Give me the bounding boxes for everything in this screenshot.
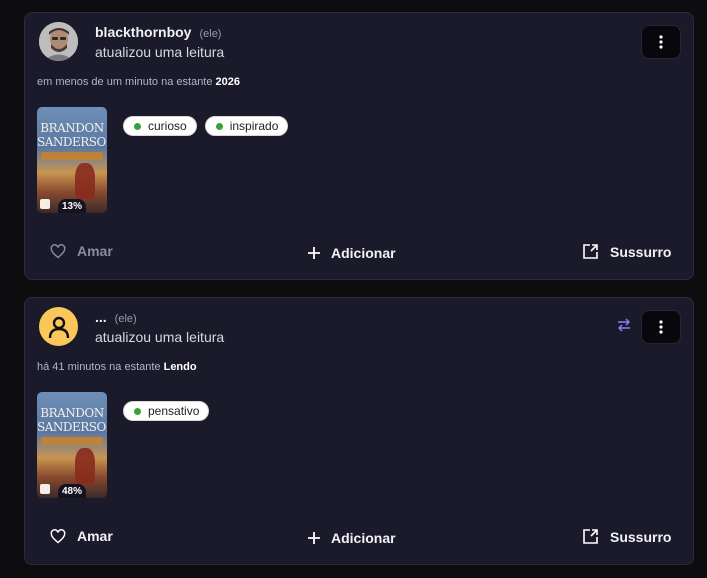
post-action: atualizou uma leitura (95, 44, 225, 60)
mood-label: inspirado (229, 119, 279, 133)
progress-badge: 48% (58, 484, 87, 498)
book-author-line1: BRANDON (40, 406, 104, 420)
mood-dot-icon (134, 407, 141, 415)
love-label: Amar (77, 528, 113, 544)
book-cover[interactable]: BRANDON SANDERSON 13% (37, 107, 107, 213)
book-figure-art (75, 448, 95, 484)
share-out-icon (583, 244, 598, 259)
plus-icon (308, 247, 320, 259)
heart-icon (50, 243, 66, 258)
avatar[interactable] (39, 22, 78, 61)
plus-icon (308, 532, 320, 544)
mood-label: curioso (148, 119, 187, 133)
avatar[interactable] (39, 307, 78, 346)
add-label: Adicionar (331, 245, 396, 261)
mood-dot-icon (215, 122, 223, 130)
publisher-logo-icon (40, 199, 50, 209)
love-label: Amar (77, 243, 113, 259)
more-options-button[interactable] (641, 310, 681, 344)
add-label: Adicionar (331, 530, 396, 546)
username[interactable]: ... (95, 309, 107, 325)
book-figure-art (75, 163, 95, 199)
heart-icon (50, 528, 66, 543)
whisper-button[interactable]: Sussurro (582, 528, 671, 545)
mood-chip[interactable]: pensativo (123, 401, 210, 421)
add-button[interactable]: Adicionar (308, 530, 396, 546)
time-text: há 41 minutos na estante (37, 361, 161, 373)
mood-chip[interactable]: inspirado (204, 116, 289, 136)
book-subtitle-band (41, 437, 103, 445)
pronoun: (ele) (114, 313, 137, 325)
shelf-name[interactable]: Lendo (164, 361, 197, 373)
username[interactable]: blackthornboy (95, 24, 191, 40)
share-out-icon (583, 529, 598, 544)
shelf-name[interactable]: 2026 (216, 76, 240, 88)
whisper-button[interactable]: Sussurro (582, 243, 671, 260)
shelf-info: em menos de um minuto na estante 2026 (37, 76, 240, 88)
progress-badge: 13% (58, 199, 87, 213)
user-icon (48, 316, 69, 338)
post-actions: Amar Adicionar Sussurro (25, 522, 693, 552)
time-text: em menos de um minuto na estante (37, 76, 213, 88)
more-options-button[interactable] (641, 25, 681, 59)
add-button[interactable]: Adicionar (308, 245, 396, 261)
feed-post-card: ... (ele) atualizou uma leitura há 41 mi… (24, 297, 694, 565)
feed-post-card: blackthornboy (ele) atualizou uma leitur… (24, 12, 694, 280)
vertical-dots-icon (659, 35, 663, 49)
mood-chip[interactable]: curioso (123, 116, 197, 136)
book-author-line2: SANDERSON (37, 135, 107, 149)
mood-dot-icon (134, 122, 141, 130)
book-author-line2: SANDERSON (37, 420, 107, 434)
shelf-info: há 41 minutos na estante Lendo (37, 361, 197, 373)
post-actions: Amar Adicionar Sussurro (25, 237, 693, 267)
publisher-logo-icon (40, 484, 50, 494)
book-author-line1: BRANDON (40, 121, 104, 135)
love-button[interactable]: Amar (50, 528, 113, 544)
user-photo-icon (39, 22, 78, 61)
swap-icon[interactable] (617, 318, 631, 337)
book-subtitle-band (41, 152, 103, 160)
vertical-dots-icon (659, 320, 663, 334)
whisper-label: Sussurro (610, 528, 672, 545)
mood-tags: curioso inspirado (123, 116, 289, 136)
post-action: atualizou uma leitura (95, 329, 225, 345)
book-cover[interactable]: BRANDON SANDERSON 48% (37, 392, 107, 498)
love-button[interactable]: Amar (50, 243, 113, 259)
mood-label: pensativo (148, 404, 200, 418)
whisper-label: Sussurro (610, 243, 672, 260)
mood-tags: pensativo (123, 401, 210, 421)
pronoun: (ele) (199, 28, 222, 40)
